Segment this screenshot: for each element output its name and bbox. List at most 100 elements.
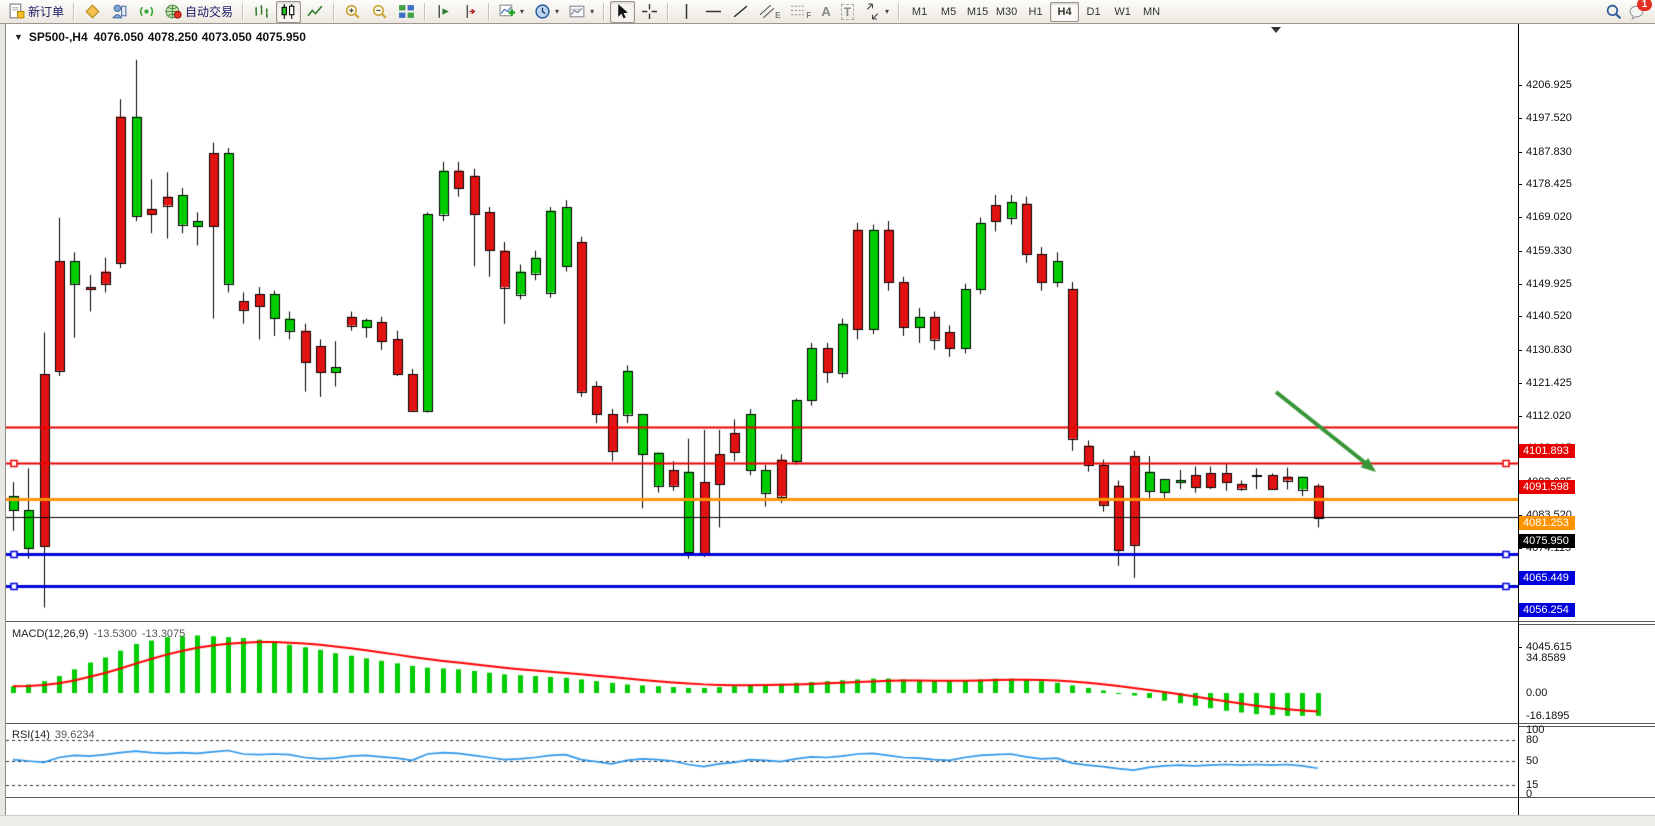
price-line-tag[interactable]: 4101.893 (1519, 444, 1575, 458)
cursor-icon (614, 3, 631, 20)
line-chart-button[interactable] (303, 1, 328, 23)
channel-tool[interactable]: E (755, 1, 784, 23)
candlestick-chart-button[interactable] (276, 1, 301, 23)
bar-chart-button[interactable] (249, 1, 274, 23)
chart-shift-button[interactable] (431, 1, 456, 23)
notifications-icon[interactable]: 1 (1628, 3, 1645, 20)
text-label-tool[interactable]: T (837, 1, 858, 23)
fibonacci-glyph: F (806, 11, 811, 20)
signals-icon (138, 3, 155, 20)
autotrading-button[interactable]: 自动交易 (161, 1, 237, 23)
timeframe-button-w1[interactable]: W1 (1108, 2, 1137, 22)
indicator-axis-tick: 50 (1526, 755, 1538, 767)
price-line-tag[interactable]: 4075.950 (1519, 534, 1575, 548)
text-label-glyph: T (841, 4, 854, 20)
separator (73, 3, 75, 21)
chart-shift-marker[interactable] (1271, 27, 1281, 33)
strategy-tester-icon (111, 3, 128, 20)
new-order-button[interactable]: 新订单 (4, 1, 68, 23)
price-line-tag[interactable]: 4081.253 (1519, 516, 1575, 530)
trendline-tool[interactable] (728, 1, 753, 23)
auto-scroll-button[interactable] (458, 1, 483, 23)
separator (667, 3, 669, 21)
price-axis-tick: 4178.425 (1526, 178, 1572, 190)
indicator-axis-tick: 80 (1526, 734, 1538, 746)
price-line-tag[interactable]: 4056.254 (1519, 603, 1575, 617)
metaeditor-button[interactable] (80, 1, 105, 23)
text-tool[interactable]: A (817, 1, 834, 23)
line-chart-icon (307, 3, 324, 20)
search-icon[interactable] (1605, 3, 1622, 20)
price-axis-tickmark (1518, 184, 1522, 185)
vertical-line-icon (678, 3, 695, 20)
periods-clock-icon (534, 3, 551, 20)
price-axis-tick: 4112.020 (1526, 410, 1571, 422)
dropdown-caret[interactable]: ▾ (590, 7, 594, 16)
price-axis-tickmark (1518, 152, 1522, 153)
indicator-axis-tick: 34.8589 (1526, 652, 1566, 664)
signals-button[interactable] (134, 1, 159, 23)
timeframe-button-d1[interactable]: D1 (1079, 2, 1108, 22)
new-order-icon (8, 3, 25, 20)
price-axis-tick: 4140.520 (1526, 310, 1572, 322)
price-axis-tickmark (1518, 217, 1522, 218)
separator (898, 3, 900, 21)
dropdown-caret[interactable]: ▾ (520, 7, 524, 16)
periods-button[interactable]: ▾ (530, 1, 563, 23)
channel-glyph: E (775, 11, 780, 20)
indicators-button[interactable]: ▾ (495, 1, 528, 23)
indicators-icon (499, 3, 516, 20)
close-value: 4075.950 (256, 30, 306, 44)
horizontal-line-tool[interactable] (701, 1, 726, 23)
autotrading-label: 自动交易 (185, 3, 233, 20)
timeframe-button-h4[interactable]: H4 (1050, 2, 1079, 22)
toolbar: 新订单 自动交易 (0, 0, 1655, 24)
cursor-button[interactable] (610, 1, 635, 23)
timeframe-group: M1M5M15M30H1H4D1W1MN (905, 2, 1166, 22)
dropdown-caret[interactable]: ▾ (555, 7, 559, 16)
price-axis-tick: 4187.830 (1526, 146, 1572, 158)
rsi-label: RSI(14)39.6234 (12, 729, 95, 741)
crosshair-button[interactable] (637, 1, 662, 23)
autotrading-icon (165, 3, 182, 20)
separator (488, 3, 490, 21)
auto-scroll-icon (462, 3, 479, 20)
zoom-out-icon (371, 3, 388, 20)
vertical-line-tool[interactable] (674, 1, 699, 23)
price-axis-tickmark (1518, 118, 1522, 119)
metaeditor-icon (84, 3, 101, 20)
timeframe-button-m30[interactable]: M30 (992, 2, 1021, 22)
fibonacci-tool[interactable]: F (786, 1, 815, 23)
zoom-out-button[interactable] (367, 1, 392, 23)
one-click-trading-toggle[interactable]: ▼ (14, 32, 23, 42)
price-axis-tick: 4130.830 (1526, 344, 1572, 356)
timeframe-button-m5[interactable]: M5 (934, 2, 963, 22)
dropdown-caret[interactable]: ▾ (885, 7, 889, 16)
templates-button[interactable]: ▾ (565, 1, 598, 23)
chart-shift-icon (435, 3, 452, 20)
price-line-tag[interactable]: 4091.598 (1519, 480, 1575, 494)
macd-name: MACD(12,26,9) (12, 628, 88, 640)
main-price-chart[interactable] (6, 24, 1518, 620)
price-line-tag[interactable]: 4065.449 (1519, 571, 1575, 585)
arrows-tool[interactable]: ▾ (860, 1, 893, 23)
timeframe-button-h1[interactable]: H1 (1021, 2, 1050, 22)
price-axis-tick: 4159.330 (1526, 245, 1572, 257)
macd-signal-value: -13.3075 (142, 628, 185, 640)
strategy-tester-button[interactable] (107, 1, 132, 23)
indicator-axis-tick: 0 (1526, 788, 1532, 800)
separator (333, 3, 335, 21)
macd-panel-chart (6, 624, 1518, 722)
timeframe-button-mn[interactable]: MN (1137, 2, 1166, 22)
price-axis-tickmark (1518, 350, 1522, 351)
timeframe-button-m1[interactable]: M1 (905, 2, 934, 22)
price-axis-tickmark (1518, 85, 1522, 86)
timeframe-button-m15[interactable]: M15 (963, 2, 992, 22)
price-axis-tickmark (1518, 416, 1522, 417)
price-axis-tick: 4169.020 (1526, 211, 1572, 223)
symbol-period-label: SP500-,H4 (29, 30, 88, 44)
zoom-in-button[interactable] (340, 1, 365, 23)
price-axis-tick: 4121.425 (1526, 377, 1572, 389)
tile-windows-button[interactable] (394, 1, 419, 23)
crosshair-icon (641, 3, 658, 20)
